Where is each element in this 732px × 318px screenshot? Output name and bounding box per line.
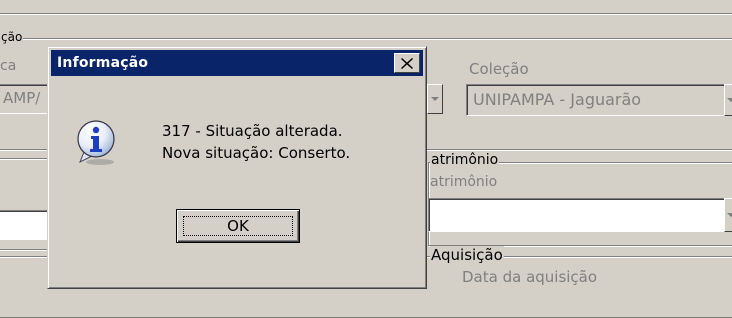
patrimonio-legend: atrimônio xyxy=(430,152,500,168)
message-line-2: Nova situação: Conserto. xyxy=(162,144,351,162)
patrimonio-label: atrimônio xyxy=(430,174,498,190)
dialog-title: Informação xyxy=(57,55,149,71)
dialog-titlebar[interactable]: Informação xyxy=(51,50,423,76)
colecao-select[interactable]: UNIPAMPA - Jaguarão xyxy=(466,84,726,116)
information-dialog: Informação 317 - Situação alterada. Nova… xyxy=(47,46,427,289)
patrimonio-field[interactable] xyxy=(428,198,726,232)
biblioteca-label: ca xyxy=(0,58,17,74)
dialog-message: 317 - Situação alterada. Nova situação: … xyxy=(162,120,350,164)
data-aquisicao-label: Data da aquisição xyxy=(462,268,598,286)
ok-button[interactable]: OK xyxy=(176,209,300,243)
message-line-1: 317 - Situação alterada. xyxy=(162,122,343,140)
colecao-label: Coleção xyxy=(469,60,529,78)
top-divider xyxy=(0,13,732,15)
colecao-dropdown-button[interactable] xyxy=(724,84,732,116)
patrimonio-right-button[interactable] xyxy=(724,198,732,232)
situacao-legend: ção xyxy=(0,30,24,44)
left-field[interactable] xyxy=(0,210,54,240)
info-icon xyxy=(77,120,115,165)
aquisicao-legend: Aquisição xyxy=(430,246,504,264)
ok-label: OK xyxy=(227,217,249,235)
close-button[interactable] xyxy=(394,53,420,73)
close-icon xyxy=(401,57,413,69)
biblioteca-dropdown-button[interactable] xyxy=(427,84,443,114)
